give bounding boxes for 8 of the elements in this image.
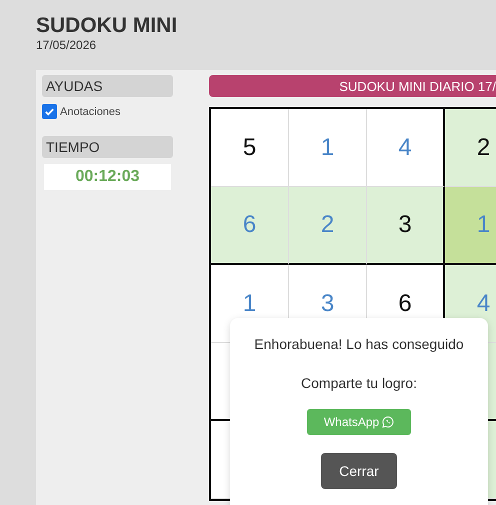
timer-display: 00:12:03 — [44, 164, 171, 190]
section-label: TIEMPO — [42, 136, 173, 158]
puzzle-banner: SUDOKU MINI DIARIO 17/ — [209, 75, 496, 97]
checkbox-label: Anotaciones — [60, 106, 121, 118]
section-label: AYUDAS — [42, 75, 173, 97]
app-title: SUDOKU MINI — [36, 14, 178, 38]
share-label: Comparte tu logro: — [301, 375, 417, 391]
date-text: 17/05/2026 — [36, 38, 98, 52]
